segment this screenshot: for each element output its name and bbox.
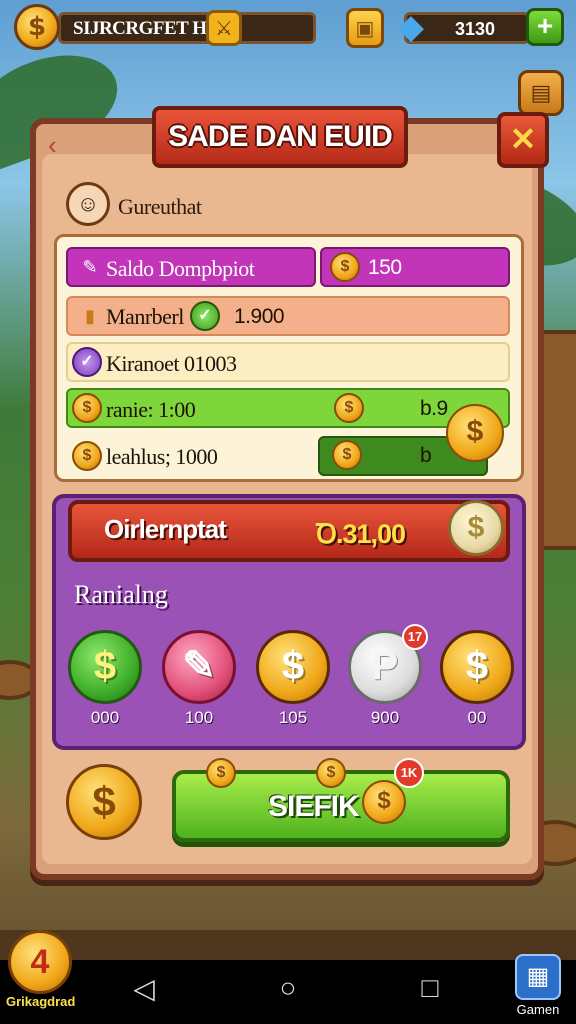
profile-name: Gureuthat [118,194,202,219]
coin-icon: $ [72,441,102,471]
ranking-item[interactable]: P 900 17 [346,624,428,730]
stat-value: 150 [368,256,402,279]
dollar-coin-icon: $ [440,630,514,704]
badge-icon: ✓ [72,347,102,377]
silver-coin-icon: $ [448,500,504,556]
dollar-coin-icon: $ [256,630,330,704]
coin-icon: $ [446,404,504,462]
ranking-value: 000 [90,708,120,727]
close-button[interactable]: ✕ [497,112,549,168]
feather-coin-icon: ✎ [162,630,236,704]
action-button-label: SIEFIK [268,790,360,823]
ranking-value: 900 [370,708,400,727]
back-arrow-icon[interactable]: ‹ [48,130,57,161]
ranking-title: Ranialng [74,580,168,609]
stat-label: leahlus; 1000 [106,444,218,469]
trophy-icon: ▮ [85,306,95,326]
stat-label: Manrberl [106,304,184,329]
grid-icon: ▦ [515,954,561,1000]
add-gems-button[interactable]: + [526,8,564,46]
stat-value: 1.900 [234,305,285,328]
top-bar: SIJRCRGFET HUB $ ⚔ ▣ 3130 ◆ + [0,0,576,56]
ranking-item[interactable]: ✎ 100 [160,630,238,730]
sword-icon[interactable]: ⚔ [206,10,242,46]
recents-icon[interactable]: □ [410,972,450,1004]
stat-value: b.9 [420,397,448,420]
stat-label: ranie: 1:00 [106,397,196,422]
coin-icon[interactable]: $ [14,4,60,50]
check-icon: ✓ [190,301,220,331]
dock-item-left[interactable]: 4 Grikagdrad [6,930,76,1020]
ranking-item[interactable]: $ 00 [438,630,516,730]
pencil-icon: ✎ [82,257,98,277]
coin-icon: $ [362,780,406,824]
notification-badge: 17 [402,624,428,650]
dollar-coin-icon: $ [68,630,142,704]
coin-icon[interactable]: $ [66,764,142,840]
inventory-button[interactable]: ▤ [518,70,564,116]
coin-icon: $ [206,758,236,788]
ranking-value: 00 [467,708,487,727]
home-icon[interactable]: ○ [268,972,308,1004]
hub-title: SIJRCRGFET HUB [58,12,316,44]
dock-item-label: Grikagdrad [6,994,76,1009]
stat-value: b [420,444,432,467]
notification-badge: 1K [394,758,424,788]
avatar[interactable]: ☺ [66,182,110,226]
total-label: Oirlernptat [104,514,227,544]
coin-icon: $ [330,252,360,282]
shield-coin-icon: 4 [8,930,72,994]
coin-icon: $ [72,393,102,423]
ranking-value: 105 [278,708,308,727]
dialog-title: SADE DAN EUID [152,106,408,168]
stat-label: Kiranoet 01003 [106,351,237,376]
games-button[interactable]: ▦ Gamen [508,954,568,1024]
ranking-item[interactable]: $ 000 [66,630,144,730]
coin-icon: $ [316,758,346,788]
coin-icon: $ [332,440,362,470]
gem-icon: ◆ [397,8,425,46]
ranking-item[interactable]: $ 105 [254,630,332,730]
ranking-value: 100 [184,708,214,727]
coin-icon: $ [334,393,364,423]
total-value: Ꝺ.31,00 [316,519,406,549]
back-icon[interactable]: ◁ [124,972,164,1005]
stat-label: Saldo Dompbpiot [106,256,255,281]
chest-button[interactable]: ▣ [346,8,384,48]
games-label: Gamen [516,1002,560,1017]
